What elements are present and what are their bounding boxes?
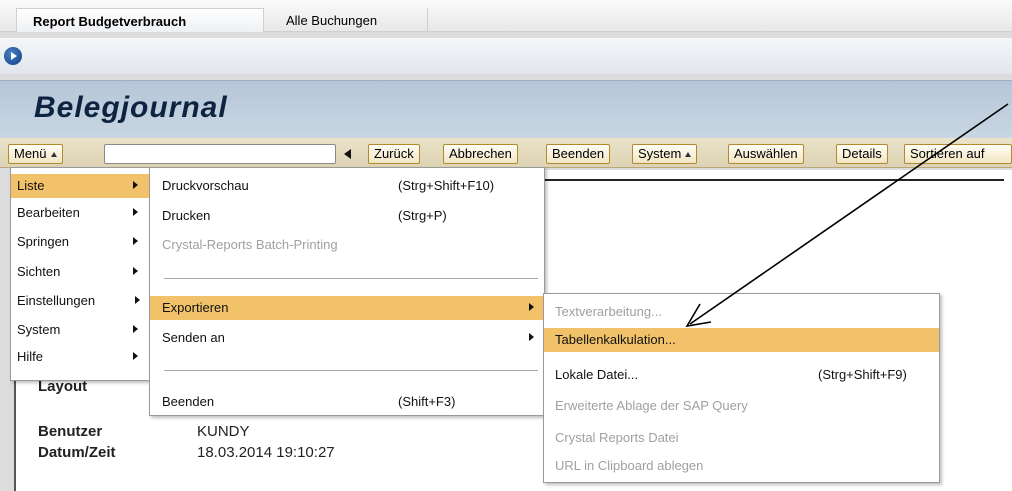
annotation-arrow-icon: [685, 103, 1009, 328]
